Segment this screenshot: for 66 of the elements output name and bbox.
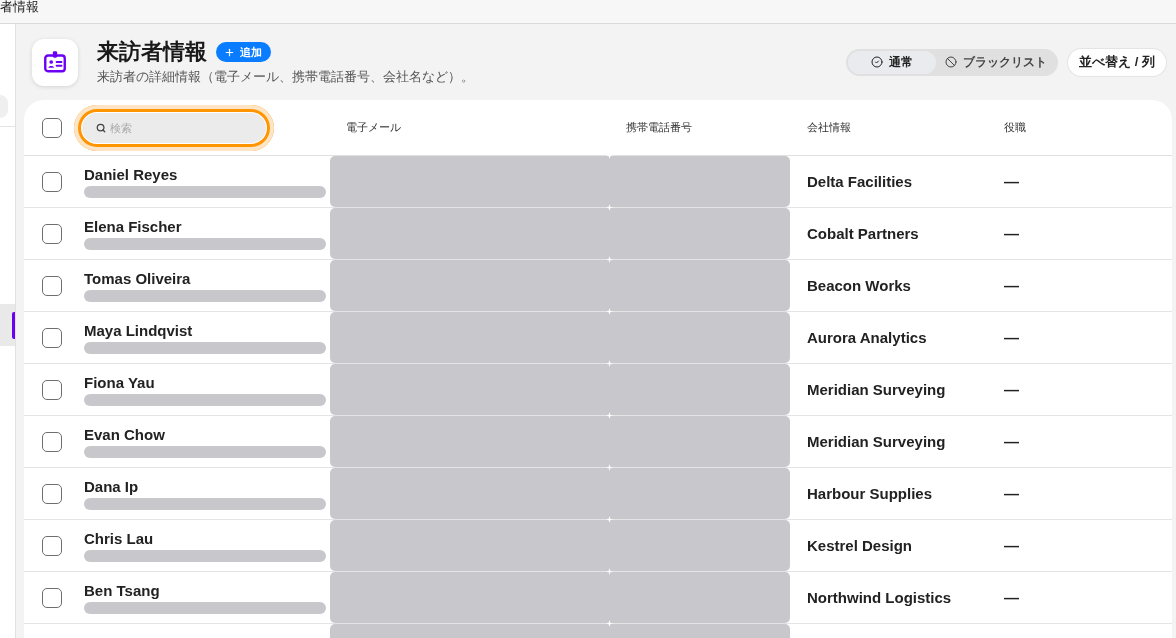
company-name: Delta Facilities [807, 173, 913, 190]
role-text: — [1004, 277, 1019, 294]
visitor-name: Tomas Oliveira [84, 270, 191, 287]
column-header: 携帯電話番号 [626, 120, 692, 135]
search-field[interactable]: 検索 [74, 104, 274, 151]
checkbox[interactable] [42, 171, 62, 192]
role-text: — [1004, 537, 1019, 554]
role-text: — [1004, 329, 1019, 346]
search-icon [96, 122, 106, 133]
window-title: 者情報 [0, 0, 39, 14]
visitor-name: Maya Lindqvist [84, 322, 193, 339]
checkbox[interactable] [42, 327, 62, 348]
sparkle-icon [606, 464, 613, 471]
visitor-name: Evan Chow [84, 426, 165, 443]
visitor-name: Ben Tsang [84, 582, 160, 599]
plus-icon [224, 46, 235, 58]
company-name: Kestrel Design [807, 537, 913, 554]
ban-icon [945, 56, 958, 68]
role-text: — [1004, 433, 1019, 450]
company-name: Meridian Surveying [807, 433, 946, 450]
company-name: Aurora Analytics [807, 329, 927, 346]
sparkle-icon [606, 568, 613, 575]
sort-columns-button[interactable]: 並べ替え / 列 [1068, 48, 1166, 76]
checkbox[interactable] [42, 117, 62, 138]
column-header: 会社情報 [807, 120, 851, 135]
filter-segment[interactable]: 通常 [848, 50, 937, 74]
company-name: Harbour Supplies [807, 485, 933, 502]
sparkle-icon [606, 516, 613, 523]
sparkle-icon [606, 412, 613, 419]
visitor-name: Elena Fischer [84, 218, 182, 235]
company-name: Beacon Works [807, 277, 911, 294]
checkbox[interactable] [42, 379, 62, 400]
sidebar-item[interactable] [0, 304, 15, 346]
checkbox[interactable] [42, 431, 62, 452]
checkbox[interactable] [42, 275, 62, 296]
visitor-name: Dana Ip [84, 478, 139, 495]
company-name: Northwind Logistics [807, 589, 952, 606]
column-header: 電子メール [346, 120, 401, 135]
role-text: — [1004, 225, 1019, 242]
sparkle-icon [606, 204, 613, 211]
visitor-name: Chris Lau [84, 530, 154, 547]
checkbox[interactable] [42, 223, 62, 244]
role-text: — [1004, 589, 1019, 606]
add-button[interactable]: 追加 [216, 42, 271, 62]
role-text: — [1004, 381, 1019, 398]
filter-segment[interactable]: ブラックリスト [936, 50, 1057, 74]
page-subtitle: 来訪者の詳細情報（電子メール、携帯電話番号、会社名など）。 [97, 69, 474, 85]
visitor-name: Daniel Reyes [84, 166, 178, 183]
page-title: 来訪者情報 [97, 39, 207, 65]
checkbox[interactable] [42, 535, 62, 556]
role-text: — [1004, 173, 1019, 190]
id-badge-icon [32, 38, 78, 86]
company-name: Meridian Surveying [807, 381, 946, 398]
sparkle-icon [606, 308, 613, 315]
company-name: Cobalt Partners [807, 225, 919, 242]
column-header: 役職 [1004, 120, 1026, 135]
sparkle-icon [606, 152, 613, 159]
checkbox[interactable] [42, 483, 62, 504]
checkbox[interactable] [42, 587, 62, 608]
sparkle-icon [606, 620, 613, 627]
sparkle-icon [606, 360, 613, 367]
circle-check-icon [871, 56, 884, 68]
sparkle-icon [606, 256, 613, 263]
selection-indicator [12, 311, 15, 339]
role-text: — [1004, 485, 1019, 502]
visitor-name: Fiona Yau [84, 374, 155, 391]
